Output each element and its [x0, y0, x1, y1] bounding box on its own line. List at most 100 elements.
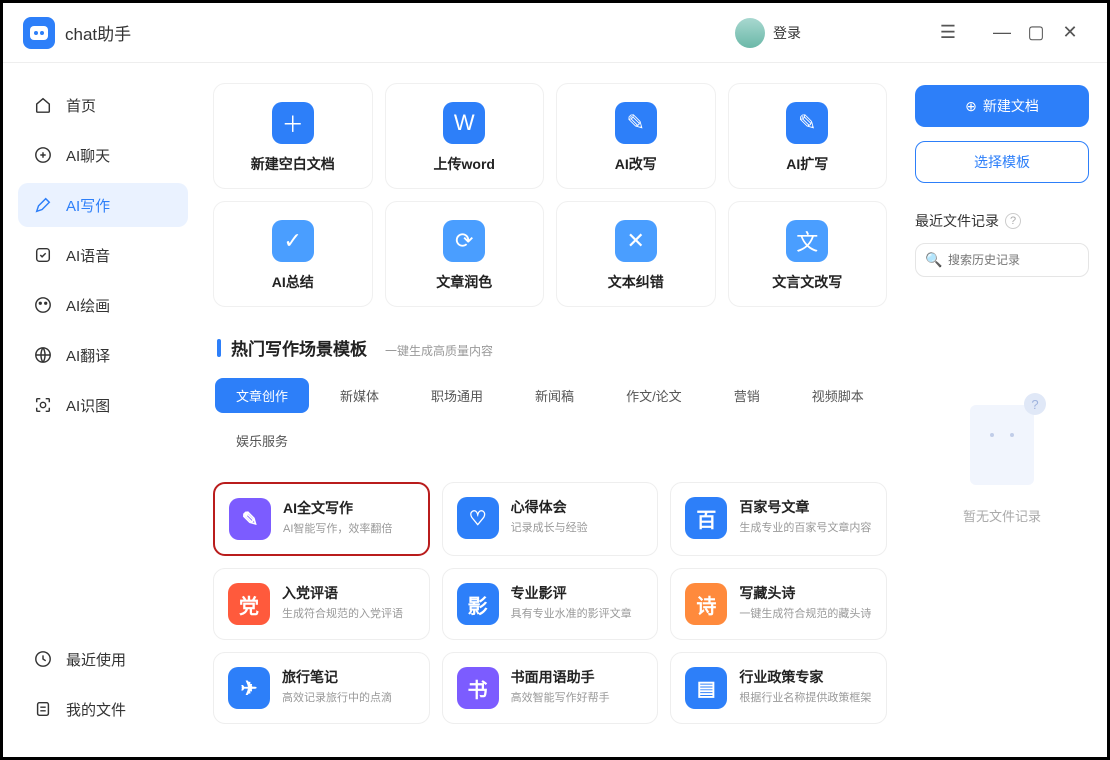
sidebar-item-label: AI绘画 [66, 295, 110, 316]
app-logo-icon [23, 17, 55, 49]
sidebar-item-label: AI写作 [66, 195, 110, 216]
file-icon [32, 698, 54, 720]
tool-card-6[interactable]: ✕ 文本纠错 [556, 201, 716, 307]
tool-label: AI改写 [567, 154, 705, 174]
template-card-1[interactable]: ♡心得体会记录成长与经验 [442, 482, 659, 556]
template-card-4[interactable]: 影专业影评具有专业水准的影评文章 [442, 568, 659, 640]
tab-4[interactable]: 作文/论文 [605, 378, 703, 413]
user-avatar[interactable] [735, 18, 765, 48]
template-desc: 记录成长与经验 [511, 521, 644, 536]
tab-3[interactable]: 新闻稿 [514, 378, 595, 413]
app-title: chat助手 [65, 20, 131, 45]
template-icon: 书 [457, 667, 499, 709]
template-card-6[interactable]: ✈旅行笔记高效记录旅行中的点滴 [213, 652, 430, 724]
template-title: 书面用语助手 [511, 667, 644, 687]
pen-icon [32, 194, 54, 216]
menu-icon[interactable]: ☰ [931, 16, 965, 50]
new-doc-button[interactable]: ⊕ 新建文档 [915, 85, 1089, 127]
tool-label: 上传word [396, 154, 534, 174]
maximize-button[interactable]: ▢ [1019, 16, 1053, 50]
minimize-button[interactable]: — [985, 16, 1019, 50]
tab-5[interactable]: 营销 [713, 378, 781, 413]
template-desc: 高效记录旅行中的点滴 [282, 691, 415, 706]
accent-bar [217, 339, 221, 357]
empty-file-icon: ? [962, 397, 1042, 492]
plus-icon: ⊕ [965, 98, 977, 115]
template-title: 入党评语 [282, 583, 415, 603]
template-icon: 诗 [685, 583, 727, 625]
tool-icon: ＋ [272, 102, 314, 144]
template-card-3[interactable]: 党入党评语生成符合规范的入党评语 [213, 568, 430, 640]
tool-card-3[interactable]: ✎AI扩写 [728, 83, 888, 189]
tool-card-0[interactable]: ＋ 新建空白文档 [213, 83, 373, 189]
empty-text: 暂无文件记录 [915, 506, 1089, 525]
sidebar-item-vision[interactable]: AI识图 [18, 383, 188, 427]
template-desc: 高效智能写作好帮手 [511, 691, 644, 706]
sidebar-item-label: AI识图 [66, 395, 110, 416]
sidebar-item-label: AI语音 [66, 245, 110, 266]
template-icon: 影 [457, 583, 499, 625]
sidebar-item-writing[interactable]: AI写作 [18, 183, 188, 227]
template-icon: 党 [228, 583, 270, 625]
tool-label: 文言文改写 [739, 272, 877, 292]
tool-icon: ✓ [272, 220, 314, 262]
template-icon: ▤ [685, 667, 727, 709]
tab-2[interactable]: 职场通用 [410, 378, 504, 413]
main-content: ＋新建空白文档W上传word✎AI改写✎AI扩写✓AI总结⟳文章润色✕文本纠错文… [203, 63, 897, 757]
template-desc: AI智能写作，效率翻倍 [283, 522, 414, 537]
template-card-8[interactable]: ▤ 行业政策专家根据行业名称提供政策框架 [670, 652, 887, 724]
section-header: 热门写作场景模板 一键生成高质量内容 [213, 335, 887, 360]
tab-1[interactable]: 新媒体 [319, 378, 400, 413]
template-title: 心得体会 [511, 497, 644, 517]
tab-7[interactable]: 娱乐服务 [215, 423, 309, 458]
tool-label: AI扩写 [739, 154, 877, 174]
tool-card-4[interactable]: ✓AI总结 [213, 201, 373, 307]
tool-card-5[interactable]: ⟳文章润色 [385, 201, 545, 307]
chat-icon [32, 144, 54, 166]
translate-icon [32, 344, 54, 366]
template-desc: 根据行业名称提供政策框架 [739, 691, 872, 706]
palette-icon [32, 294, 54, 316]
choose-template-button[interactable]: 选择模板 [915, 141, 1089, 183]
home-icon [32, 94, 54, 116]
template-title: 专业影评 [511, 583, 644, 603]
sidebar-item-recent[interactable]: 最近使用 [18, 637, 188, 681]
sidebar-item-translate[interactable]: AI翻译 [18, 333, 188, 377]
template-title: 写藏头诗 [739, 583, 872, 603]
template-desc: 一键生成符合规范的藏头诗 [739, 607, 872, 622]
template-title: 行业政策专家 [739, 667, 872, 687]
template-icon: ✎ [229, 498, 271, 540]
sidebar-item-paint[interactable]: AI绘画 [18, 283, 188, 327]
section-subtitle: 一键生成高质量内容 [385, 342, 493, 359]
template-icon: 百 [685, 497, 727, 539]
sidebar-item-voice[interactable]: AI语音 [18, 233, 188, 277]
sidebar-item-home[interactable]: 首页 [18, 83, 188, 127]
sidebar-item-myfiles[interactable]: 我的文件 [18, 687, 188, 731]
template-desc: 具有专业水准的影评文章 [511, 607, 644, 622]
tool-card-7[interactable]: 文文言文改写 [728, 201, 888, 307]
template-icon: ✈ [228, 667, 270, 709]
sidebar-item-label: 我的文件 [66, 699, 126, 720]
history-icon [32, 648, 54, 670]
template-card-2[interactable]: 百百家号文章生成专业的百家号文章内容 [670, 482, 887, 556]
tab-6[interactable]: 视频脚本 [791, 378, 885, 413]
tool-icon: ✕ [615, 220, 657, 262]
tool-label: 文本纠错 [567, 272, 705, 292]
tool-icon: 文 [786, 220, 828, 262]
template-card-5[interactable]: 诗写藏头诗一键生成符合规范的藏头诗 [670, 568, 887, 640]
scan-icon [32, 394, 54, 416]
sidebar-item-label: AI翻译 [66, 345, 110, 366]
tab-0[interactable]: 文章创作 [215, 378, 309, 413]
template-card-7[interactable]: 书书面用语助手高效智能写作好帮手 [442, 652, 659, 724]
close-button[interactable]: ✕ [1053, 16, 1087, 50]
login-link[interactable]: 登录 [773, 23, 801, 43]
tool-card-2[interactable]: ✎AI改写 [556, 83, 716, 189]
sidebar-item-chat[interactable]: AI聊天 [18, 133, 188, 177]
template-card-0[interactable]: ✎AI全文写作AI智能写作，效率翻倍 [213, 482, 430, 556]
tool-card-1[interactable]: W上传word [385, 83, 545, 189]
right-panel: ⊕ 新建文档 选择模板 最近文件记录 ? 🔍 ? 暂无文件记录 [897, 63, 1107, 757]
tool-label: 文章润色 [396, 272, 534, 292]
template-desc: 生成符合规范的入党评语 [282, 607, 415, 622]
help-icon[interactable]: ? [1005, 213, 1021, 229]
tool-label: 新建空白文档 [224, 154, 362, 174]
